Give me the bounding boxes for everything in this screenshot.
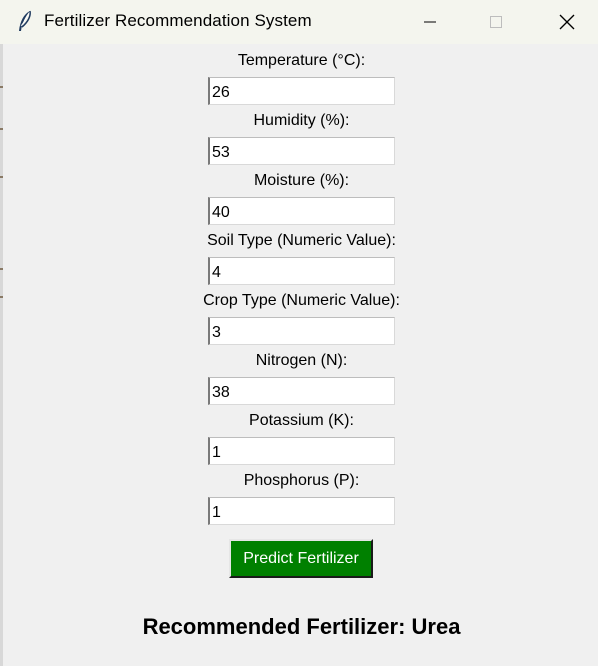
edge-mark xyxy=(0,86,3,88)
title-bar[interactable]: Fertilizer Recommendation System xyxy=(0,0,598,44)
humidity-input[interactable] xyxy=(208,137,395,165)
moisture-label: Moisture (%): xyxy=(253,172,350,189)
crop-type-label: Crop Type (Numeric Value): xyxy=(203,292,400,309)
nitrogen-label: Nitrogen (N): xyxy=(255,352,348,369)
predict-fertilizer-button[interactable]: Predict Fertilizer xyxy=(229,539,373,578)
potassium-input[interactable] xyxy=(208,437,395,465)
temperature-input[interactable] xyxy=(208,77,395,105)
humidity-label: Humidity (%): xyxy=(253,112,350,129)
soil-type-label: Soil Type (Numeric Value): xyxy=(207,232,396,249)
minimize-button[interactable] xyxy=(407,0,453,44)
temperature-label: Temperature (°C): xyxy=(237,52,366,69)
edge-mark xyxy=(0,268,3,270)
minimize-icon xyxy=(424,21,436,23)
moisture-input[interactable] xyxy=(208,197,395,225)
maximize-icon xyxy=(490,16,502,28)
maximize-button[interactable] xyxy=(473,0,519,44)
soil-type-input[interactable] xyxy=(208,257,395,285)
potassium-label: Potassium (K): xyxy=(249,412,354,429)
window-title: Fertilizer Recommendation System xyxy=(44,11,312,30)
close-icon xyxy=(559,14,575,30)
feather-icon xyxy=(16,10,34,34)
crop-type-input[interactable] xyxy=(208,317,395,345)
close-button[interactable] xyxy=(544,0,590,44)
app-window: Fertilizer Recommendation System Tempera… xyxy=(0,0,598,666)
nitrogen-input[interactable] xyxy=(208,377,395,405)
phosphorus-input[interactable] xyxy=(208,497,395,525)
recommendation-result: Recommended Fertilizer: Urea xyxy=(142,614,461,639)
phosphorus-label: Phosphorus (P): xyxy=(243,472,360,489)
